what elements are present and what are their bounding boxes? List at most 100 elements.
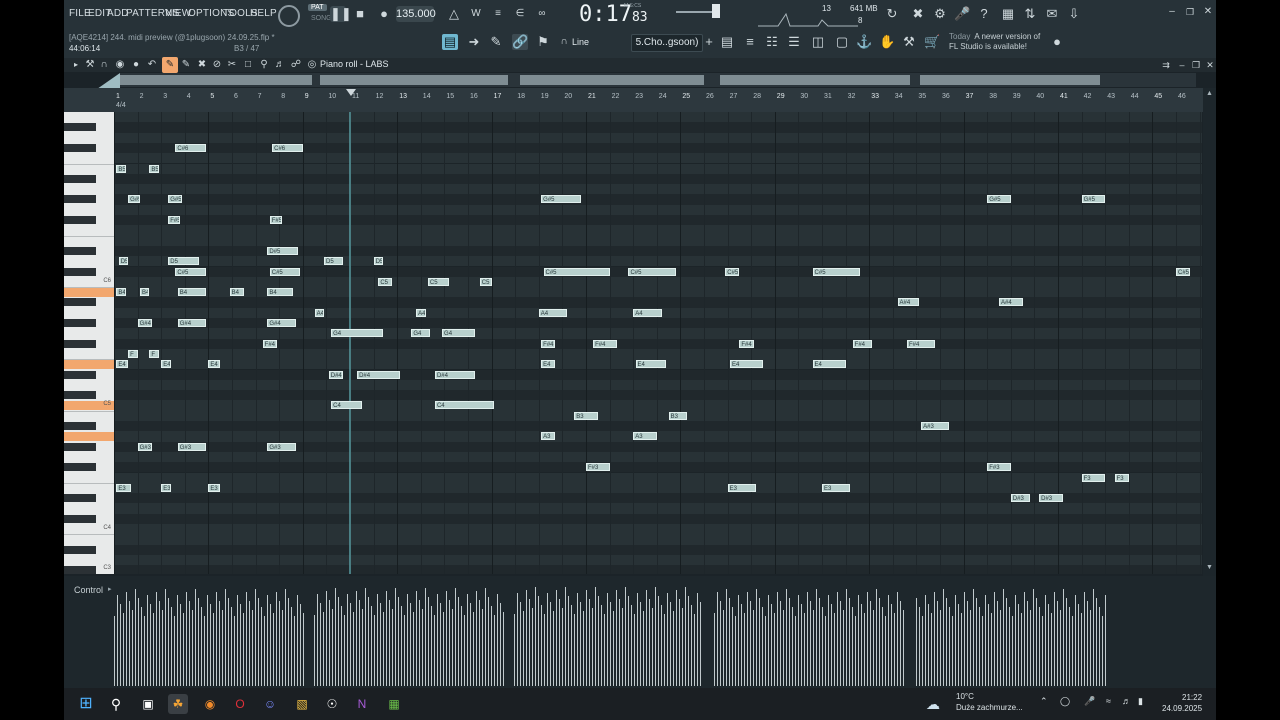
note-block[interactable]: B5 [116,164,126,173]
note-block[interactable]: C#6 [272,143,303,152]
scroll-down-icon[interactable]: ▼ [1206,564,1213,571]
velocity-bar[interactable] [744,613,745,686]
velocity-bar[interactable] [144,616,145,686]
velocity-bar[interactable] [655,587,656,686]
velocity-bar[interactable] [580,602,581,686]
note-block[interactable]: C5 [479,277,492,286]
browser-icon[interactable]: ◫ [810,34,826,50]
note-block[interactable]: D#3 [1010,494,1030,503]
velocity-bar[interactable] [804,613,805,686]
velocity-bar[interactable] [640,602,641,686]
download-icon[interactable]: ⇩ [1066,6,1082,22]
black-key[interactable] [64,298,96,307]
velocity-bar[interactable] [1063,589,1064,686]
note-block[interactable]: D#3 [1039,494,1063,503]
windows-start-icon[interactable]: ⊞ [76,694,96,714]
velocity-bar[interactable] [571,605,572,686]
velocity-bar[interactable] [347,594,348,686]
velocity-bar[interactable] [934,592,935,686]
select-tool-icon[interactable]: □ [240,57,256,73]
velocity-bar[interactable] [559,599,560,686]
black-key[interactable] [64,174,96,183]
velocity-bar[interactable] [455,588,456,686]
velocity-bar[interactable] [738,595,739,686]
velocity-bar[interactable] [1078,604,1079,686]
velocity-bar[interactable] [583,611,584,686]
velocity-bar[interactable] [159,601,160,686]
undo-small-icon[interactable]: ↶ [144,57,160,73]
velocity-bar[interactable] [395,588,396,686]
velocity-bar[interactable] [183,613,184,686]
velocity-bar[interactable] [117,595,118,686]
note-block[interactable]: F#3 [987,463,1011,472]
velocity-bar[interactable] [667,593,668,686]
note-grid[interactable]: C#6C#6B5B5G#5G#5F#5F#5D5D5D#5D5D5C#5C#5C… [114,112,1202,574]
velocity-bar[interactable] [807,592,808,686]
velocity-bar[interactable] [470,603,471,686]
velocity-bar[interactable] [961,613,962,686]
velocity-bar[interactable] [774,613,775,686]
velocity-bar[interactable] [720,601,721,686]
velocity-bar[interactable] [867,592,868,686]
velocity-bar[interactable] [461,606,462,686]
note-block[interactable]: C5 [427,277,450,286]
velocity-bar[interactable] [538,596,539,686]
metronome-icon[interactable]: △ [446,6,462,22]
velocity-bar[interactable] [222,610,223,686]
velocity-bar[interactable] [723,610,724,686]
velocity-bar[interactable] [876,589,877,686]
velocity-bar[interactable] [353,612,354,686]
note-block[interactable]: G4 [442,329,476,338]
velocity-bar[interactable] [443,612,444,686]
velocity-bar[interactable] [976,598,977,686]
velocity-bar[interactable] [279,601,280,686]
velocity-bar[interactable] [919,607,920,686]
note-block[interactable]: E4 [208,360,221,369]
velocity-bar[interactable] [428,597,429,686]
velocity-bar[interactable] [894,613,895,686]
velocity-bar[interactable] [440,603,441,686]
note-block[interactable]: E3 [161,483,171,492]
velocity-bar[interactable] [523,611,524,686]
note-block[interactable]: D5 [168,257,199,266]
velocity-bar[interactable] [425,588,426,686]
black-key[interactable] [64,566,96,575]
velocity-bar[interactable] [694,614,695,686]
velocity-bar[interactable] [147,595,148,686]
note-block[interactable]: B5 [149,164,159,173]
velocity-bar[interactable] [970,610,971,686]
velocity-bar[interactable] [873,610,874,686]
velocity-bar[interactable] [392,609,393,686]
velocity-bar[interactable] [335,588,336,686]
velocity-bar[interactable] [452,609,453,686]
velocity-bar[interactable] [494,615,495,686]
velocity-bar[interactable] [792,607,793,686]
velocity-bar[interactable] [682,608,683,686]
velocity-bar[interactable] [449,600,450,686]
velocity-bar[interactable] [359,600,360,686]
velocity-bar[interactable] [1003,589,1004,686]
velocity-bar[interactable] [246,592,247,686]
velocity-bar[interactable] [891,604,892,686]
note-block[interactable]: A4 [314,308,325,317]
note-block[interactable]: A4 [633,308,662,317]
velocity-bar[interactable] [249,601,250,686]
velocity-bar[interactable] [741,604,742,686]
note-block[interactable]: B3 [668,411,688,420]
note-block[interactable]: G4 [331,329,384,338]
note-block[interactable]: C#5 [812,267,860,276]
news-panel[interactable]: Today A newer version of FL Studio is ava… [949,32,1049,52]
velocity-bar[interactable] [988,604,989,686]
fl-studio-taskbar-icon[interactable]: ☘ [168,694,188,714]
velocity-bar[interactable] [473,612,474,686]
magnet-small-icon[interactable]: ∩ [96,57,112,73]
velocity-bar[interactable] [634,614,635,686]
pause-icon[interactable]: ❚❚ [330,6,352,22]
velocity-bar[interactable] [937,601,938,686]
black-key[interactable] [64,319,96,327]
velocity-bar[interactable] [916,598,917,686]
note-block[interactable]: G#5 [128,195,140,204]
velocity-bar[interactable] [885,616,886,686]
velocity-bar[interactable] [897,592,898,686]
velocity-bar[interactable] [928,604,929,686]
